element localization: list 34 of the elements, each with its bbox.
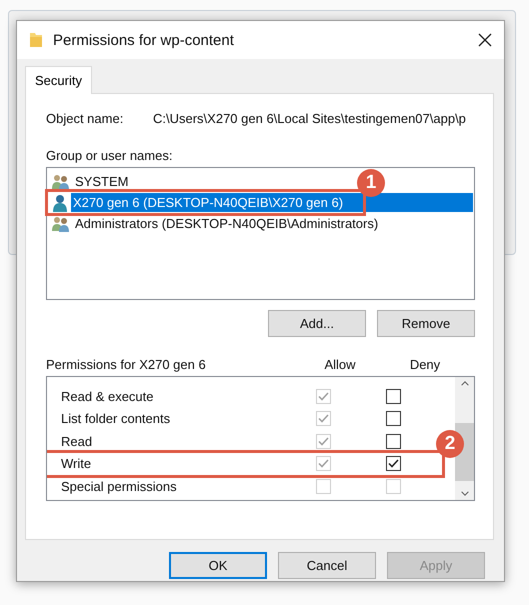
permission-name: Special permissions xyxy=(61,478,178,494)
permission-name: Write xyxy=(61,456,92,472)
window-title: Permissions for wp-content xyxy=(53,32,235,48)
step-badge: 1 xyxy=(357,169,385,197)
permission-name: Read xyxy=(61,434,94,449)
scrollbar[interactable] xyxy=(455,377,474,500)
checkbox[interactable] xyxy=(386,411,400,426)
checkbox[interactable] xyxy=(386,434,400,449)
list-button[interactable]: Remove xyxy=(377,310,475,337)
step-badge: 2 xyxy=(436,430,464,458)
tab[interactable]: Security xyxy=(25,66,92,94)
column-header: Allow xyxy=(323,357,357,372)
checkbox[interactable] xyxy=(386,456,400,472)
dialog-button[interactable]: Cancel xyxy=(278,552,376,579)
user-icon xyxy=(52,194,68,212)
folder-icon xyxy=(29,32,43,48)
scroll-up-icon[interactable] xyxy=(460,381,470,386)
dialog-button[interactable]: OK xyxy=(169,552,267,579)
user-item[interactable]: SYSTEM xyxy=(73,172,128,191)
checkbox[interactable] xyxy=(386,388,400,404)
object-name-label: Object name: xyxy=(46,111,124,126)
scroll-down-icon[interactable] xyxy=(460,491,470,496)
object-name-value: C:\Users\X270 gen 6\Local Sites\testingemen07\app\p xyxy=(153,111,466,126)
close-icon[interactable] xyxy=(478,33,492,47)
list-button[interactable]: Add... xyxy=(268,310,366,337)
users-icon xyxy=(52,174,70,190)
permission-name: List folder contents xyxy=(61,411,172,426)
user-item[interactable]: Administrators (DESKTOP-N40QEIB\Administrators) xyxy=(73,214,378,233)
section-label: Group or user names: xyxy=(46,148,174,163)
users-icon xyxy=(52,216,70,232)
section-label: Permissions for X270 gen 6 xyxy=(46,357,207,372)
permission-name: Read & execute xyxy=(61,388,155,404)
column-header: Deny xyxy=(408,357,442,372)
user-item[interactable]: X270 gen 6 (DESKTOP-N40QEIB\X270 gen 6) xyxy=(71,193,473,212)
